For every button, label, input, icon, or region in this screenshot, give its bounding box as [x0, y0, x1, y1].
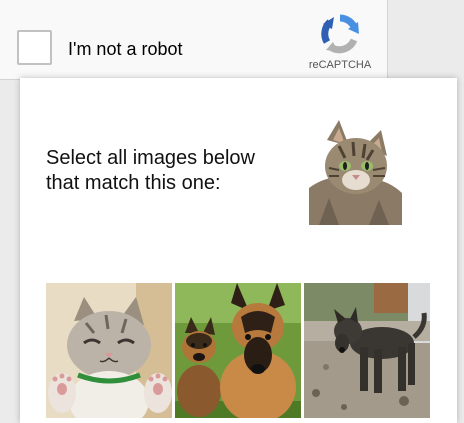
- image-challenge-popup: Select all images below that match this …: [20, 78, 457, 423]
- recaptcha-logo-icon: [321, 14, 359, 54]
- image-tile-kitten[interactable]: [46, 283, 172, 418]
- sample-cat-image: [309, 118, 402, 225]
- checkbox-label: I'm not a robot: [68, 39, 183, 59]
- image-tile-german-shepherds[interactable]: [175, 283, 301, 418]
- challenge-prompt: Select all images below that match this …: [46, 147, 255, 194]
- not-a-robot-checkbox[interactable]: [17, 30, 52, 65]
- image-tile-grid: [46, 283, 430, 423]
- recaptcha-anchor: I'm not a robot reCAPTCHA: [0, 0, 388, 80]
- recaptcha-text: reCAPTCHA: [308, 59, 372, 71]
- image-tile-dark-dog[interactable]: [304, 283, 430, 418]
- recaptcha-brand: reCAPTCHA: [300, 12, 380, 74]
